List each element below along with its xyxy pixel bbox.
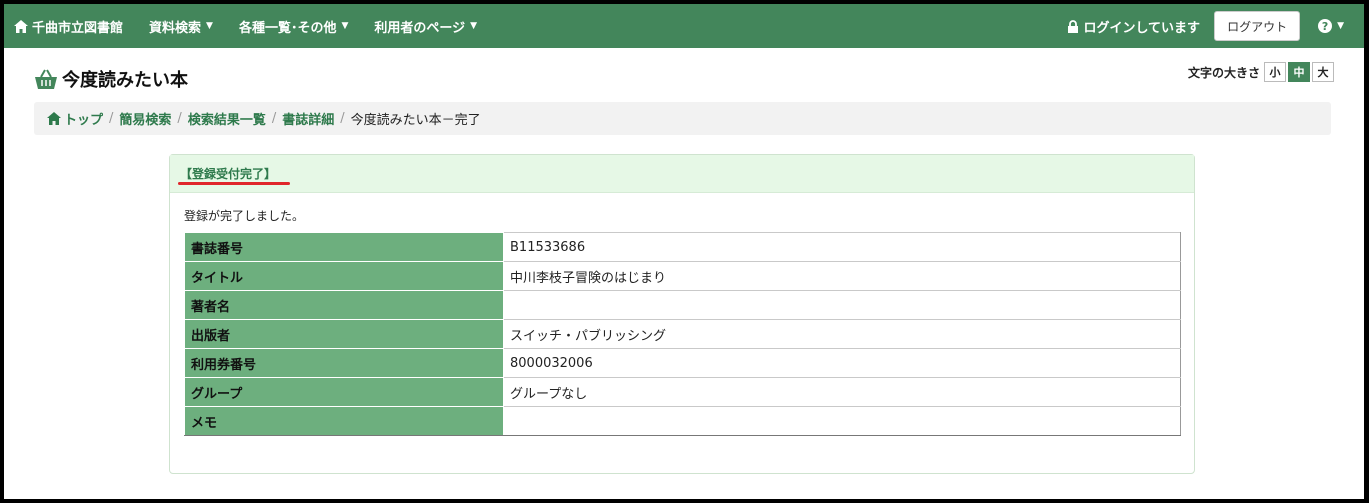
question-circle-icon: ? [1318, 19, 1333, 33]
highlight-underline [178, 182, 290, 185]
table-row: 出版者 スイッチ・パブリッシング [184, 319, 1181, 349]
row-value [503, 406, 1181, 436]
menu-search-label: 資料検索 [149, 20, 202, 36]
caret-down-icon: ▼ [470, 21, 478, 31]
breadcrumb-separator: / [109, 111, 114, 126]
registration-table: 書誌番号 B11533686 タイトル 中川李枝子冒険のはじまり 著者名 出版者 スイ… [184, 232, 1181, 436]
row-label: グループ [184, 377, 504, 407]
login-status: ログインしています [1067, 17, 1200, 36]
help-menu[interactable]: ? ▼ [1318, 19, 1344, 33]
breadcrumb: トップ / 簡易検索 / 検索結果一覧 / 書誌詳細 / 今度読みたい本－完了 [34, 102, 1331, 135]
row-value: グループなし [503, 377, 1181, 407]
page-header: 今度読みたい本 [34, 66, 188, 92]
page-title: 今度読みたい本 [62, 70, 188, 91]
table-row: 利用券番号 8000032006 [184, 348, 1181, 378]
table-row: 書誌番号 B11533686 [184, 232, 1181, 262]
menu-user-page[interactable]: 利用者のページ ▼ [374, 17, 477, 36]
completion-message: 登録が完了しました。 [184, 209, 305, 223]
breadcrumb-top[interactable]: トップ [47, 109, 103, 128]
panel-title: 【登録受付完了】 [180, 167, 277, 181]
basket-icon [35, 69, 57, 89]
font-size-large-button[interactable]: 大 [1312, 62, 1334, 82]
breadcrumb-separator: / [177, 111, 182, 126]
menu-user-page-label: 利用者のページ [374, 20, 466, 36]
brand-name: 千曲市立図書館 [32, 20, 124, 36]
row-value: B11533686 [503, 232, 1181, 262]
panel-heading: 【登録受付完了】 [170, 155, 1194, 193]
row-label: 利用券番号 [184, 348, 504, 378]
breadcrumb-book-detail[interactable]: 書誌詳細 [282, 109, 334, 128]
table-row: メモ [184, 406, 1181, 436]
row-value: 8000032006 [503, 348, 1181, 378]
menu-lists-label: 各種一覧･その他 [238, 20, 337, 36]
home-icon [47, 112, 61, 125]
panel-body: 登録が完了しました。 書誌番号 B11533686 タイトル 中川李枝子冒険のはじま… [170, 193, 1194, 436]
home-icon [14, 19, 28, 33]
row-value: 中川李枝子冒険のはじまり [503, 261, 1181, 291]
caret-down-icon: ▼ [1337, 21, 1344, 31]
row-value [503, 290, 1181, 320]
breadcrumb-top-label: トップ [64, 113, 104, 128]
row-label: 出版者 [184, 319, 504, 349]
breadcrumb-separator: / [340, 111, 345, 126]
brand-link[interactable]: 千曲市立図書館 [14, 17, 123, 36]
font-size-control: 文字の大きさ 小 中 大 [1188, 62, 1334, 82]
logout-button[interactable]: ログアウト [1214, 11, 1301, 41]
menu-lists[interactable]: 各種一覧･その他 ▼ [239, 17, 348, 36]
navbar: 千曲市立図書館 資料検索 ▼ 各種一覧･その他 ▼ 利用者のページ ▼ ログインしてい… [4, 4, 1364, 48]
completion-panel: 【登録受付完了】 登録が完了しました。 書誌番号 B11533686 タイトル 中川… [169, 154, 1195, 474]
font-size-small-button[interactable]: 小 [1264, 62, 1286, 82]
breadcrumb-simple-search[interactable]: 簡易検索 [119, 109, 171, 128]
row-label: 著者名 [184, 290, 504, 320]
row-label: メモ [184, 406, 504, 436]
font-size-label: 文字の大きさ [1187, 65, 1260, 80]
breadcrumb-current: 今度読みたい本－完了 [350, 113, 481, 128]
table-row: 著者名 [184, 290, 1181, 320]
row-label: 書誌番号 [184, 232, 504, 262]
table-row: グループ グループなし [184, 377, 1181, 407]
app-window: 千曲市立図書館 資料検索 ▼ 各種一覧･その他 ▼ 利用者のページ ▼ ログインしてい… [4, 4, 1364, 499]
table-row: タイトル 中川李枝子冒険のはじまり [184, 261, 1181, 291]
row-value: スイッチ・パブリッシング [503, 319, 1181, 349]
lock-icon [1068, 19, 1079, 33]
caret-down-icon: ▼ [341, 21, 349, 31]
row-label: タイトル [184, 261, 504, 291]
login-status-text: ログインしています [1083, 20, 1201, 36]
menu-search[interactable]: 資料検索 ▼ [149, 17, 213, 36]
breadcrumb-separator: / [271, 111, 277, 126]
caret-down-icon: ▼ [206, 21, 213, 31]
breadcrumb-search-results[interactable]: 検索結果一覧 [188, 109, 266, 128]
font-size-medium-button[interactable]: 中 [1288, 62, 1310, 82]
